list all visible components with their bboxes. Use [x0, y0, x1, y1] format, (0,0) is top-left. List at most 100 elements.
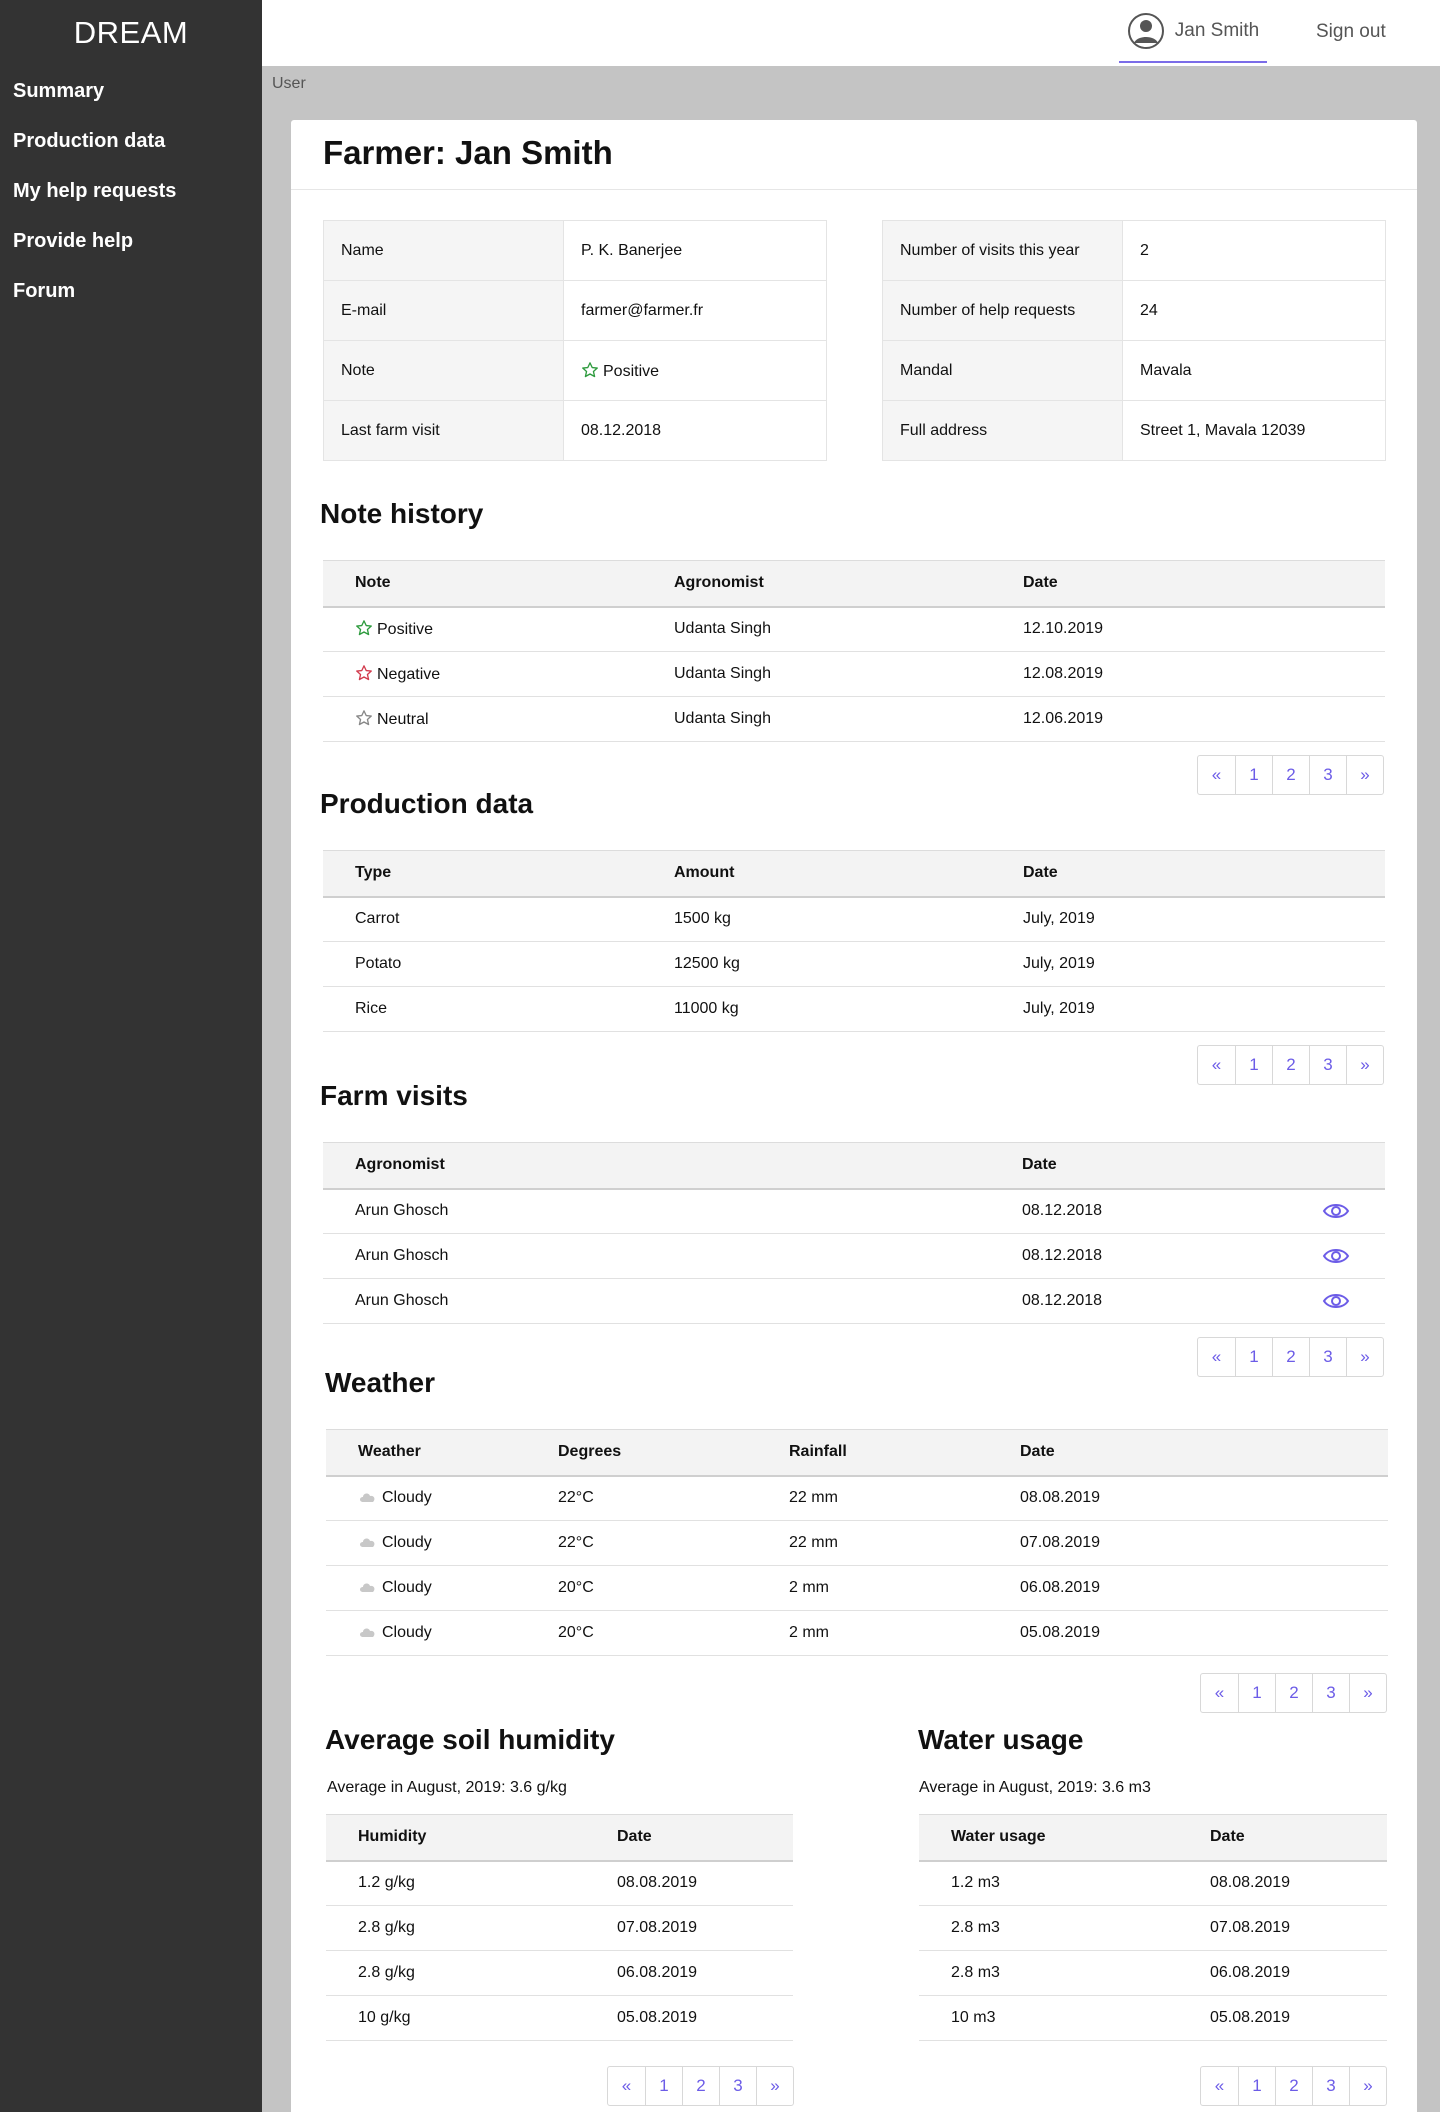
table-cell: 07.08.2019 [988, 1520, 1388, 1566]
pagination-page-1[interactable]: 1 [1238, 2067, 1275, 2105]
table-cell: 1.2 g/kg [326, 1860, 585, 1906]
pagination-page-1[interactable]: 1 [1235, 1338, 1272, 1376]
page-title: Farmer: Jan Smith [323, 134, 613, 171]
table-cell: 12.08.2019 [991, 651, 1385, 697]
user-name: Jan Smith [1174, 19, 1260, 41]
star-icon [356, 620, 372, 636]
pagination-prev[interactable]: « [1198, 1046, 1235, 1084]
table-cell: 10 m3 [919, 1995, 1178, 2041]
column-header: Date [585, 1814, 793, 1862]
table-row: Arun Ghosch 08.12.2018 [323, 1233, 1385, 1279]
nav-item-summary[interactable]: Summary [0, 66, 262, 116]
pagination-page-3[interactable]: 3 [1309, 1338, 1346, 1376]
pagination-next[interactable]: » [1349, 1674, 1386, 1712]
table-cell: 22°C [526, 1520, 757, 1566]
pagination-page-3[interactable]: 3 [719, 2067, 756, 2105]
table-cell: 05.08.2019 [585, 1995, 793, 2041]
pagination-page-2[interactable]: 2 [1275, 2067, 1312, 2105]
table-cell: 06.08.2019 [585, 1950, 793, 1996]
pagination-next[interactable]: » [1349, 2067, 1386, 2105]
pagination-page-1[interactable]: 1 [1238, 1674, 1275, 1712]
column-header: Date [991, 560, 1385, 608]
pagination-prev[interactable]: « [1201, 1674, 1238, 1712]
info-row: Mandal Mavala [882, 340, 1386, 401]
table-row: Cloudy 20°C 2 mm 06.08.2019 [326, 1565, 1388, 1611]
table-cell: 1500 kg [642, 896, 991, 942]
farmer-info-table: Name P. K. Banerjee E-mail farmer@farmer… [323, 220, 827, 461]
view-cell [1290, 1278, 1385, 1324]
water-average: Average in August, 2019: 3.6 m3 [919, 1779, 1151, 1796]
column-header: Date [1178, 1814, 1387, 1862]
sign-out-link[interactable]: Sign out [1316, 0, 1386, 63]
pagination-page-1[interactable]: 1 [645, 2067, 682, 2105]
note-cell: Neutral [323, 696, 642, 742]
table-row: Cloudy 20°C 2 mm 05.08.2019 [326, 1610, 1388, 1656]
table-row: Carrot 1500 kg July, 2019 [323, 896, 1385, 942]
table-cell: July, 2019 [991, 941, 1385, 987]
info-label: Mandal [882, 340, 1123, 401]
weather-label: Cloudy [382, 1534, 432, 1551]
section-title-weather: Weather [325, 1367, 435, 1398]
eye-icon[interactable] [1322, 1200, 1350, 1222]
eye-icon[interactable] [1322, 1245, 1350, 1267]
table-cell: 2 mm [757, 1610, 988, 1656]
star-icon [582, 361, 598, 377]
water-usage-table: Water usage Date 1.2 m3 08.08.2019 2.8 m… [919, 1814, 1387, 2041]
pagination-next[interactable]: » [1346, 1338, 1383, 1376]
view-cell [1290, 1188, 1385, 1234]
topbar: Jan Smith Sign out [262, 0, 1440, 66]
pagination-prev[interactable]: « [1198, 756, 1235, 794]
column-header: Date [988, 1429, 1388, 1477]
pagination-note-history: « 1 2 3 » [1197, 755, 1384, 795]
pagination-page-2[interactable]: 2 [1272, 756, 1309, 794]
table-row: Arun Ghosch 08.12.2018 [323, 1278, 1385, 1324]
pagination-page-3[interactable]: 3 [1309, 1046, 1346, 1084]
pagination-page-2[interactable]: 2 [1275, 1674, 1312, 1712]
pagination-page-3[interactable]: 3 [1312, 1674, 1349, 1712]
pagination-next[interactable]: » [756, 2067, 793, 2105]
sidebar: DREAM Summary Production data My help re… [0, 0, 262, 2112]
table-row: Negative Udanta Singh 12.08.2019 [323, 651, 1385, 697]
pagination-prev[interactable]: « [1201, 2067, 1238, 2105]
info-row: Number of visits this year 2 [882, 220, 1386, 281]
note-history-table: Note Agronomist Date Positive Udanta Sin… [323, 560, 1385, 742]
info-row: Full address Street 1, Mavala 12039 [882, 400, 1386, 461]
nav-item-forum[interactable]: Forum [0, 266, 262, 316]
user-menu[interactable]: Jan Smith [1119, 0, 1267, 63]
table-cell: 08.12.2018 [990, 1278, 1290, 1324]
cloud-icon [360, 1493, 375, 1503]
table-row: Neutral Udanta Singh 12.06.2019 [323, 696, 1385, 742]
table-cell: 07.08.2019 [585, 1905, 793, 1951]
eye-icon[interactable] [1322, 1290, 1350, 1312]
pagination-next[interactable]: » [1346, 756, 1383, 794]
pagination-page-1[interactable]: 1 [1235, 1046, 1272, 1084]
brand-logo[interactable]: DREAM [0, 0, 262, 66]
nav-item-my-help-requests[interactable]: My help requests [0, 166, 262, 216]
table-cell: 08.08.2019 [585, 1860, 793, 1906]
pagination-prev[interactable]: « [608, 2067, 645, 2105]
pagination-page-3[interactable]: 3 [1309, 756, 1346, 794]
pagination-page-2[interactable]: 2 [1272, 1338, 1309, 1376]
table-cell: 08.08.2019 [1178, 1860, 1387, 1906]
user-avatar-icon [1127, 12, 1165, 50]
pagination-page-1[interactable]: 1 [1235, 756, 1272, 794]
table-cell: Udanta Singh [642, 651, 991, 697]
info-row: Note Positive [323, 340, 827, 401]
breadcrumb: User [272, 75, 306, 92]
pagination-page-3[interactable]: 3 [1312, 2067, 1349, 2105]
nav-item-production-data[interactable]: Production data [0, 116, 262, 166]
pagination-page-2[interactable]: 2 [1272, 1046, 1309, 1084]
pagination-weather: « 1 2 3 » [1200, 1673, 1387, 1713]
section-title-soil-humidity: Average soil humidity [325, 1724, 615, 1755]
pagination-next[interactable]: » [1346, 1046, 1383, 1084]
table-cell: Arun Ghosch [323, 1233, 990, 1279]
info-label: Number of visits this year [882, 220, 1123, 281]
table-cell: Arun Ghosch [323, 1188, 990, 1234]
info-value: Mavala [1122, 340, 1386, 401]
pagination-page-2[interactable]: 2 [682, 2067, 719, 2105]
table-cell: 11000 kg [642, 986, 991, 1032]
info-value: farmer@farmer.fr [563, 280, 827, 341]
pagination-prev[interactable]: « [1198, 1338, 1235, 1376]
nav-item-provide-help[interactable]: Provide help [0, 216, 262, 266]
info-note-cell: Positive [563, 340, 827, 401]
